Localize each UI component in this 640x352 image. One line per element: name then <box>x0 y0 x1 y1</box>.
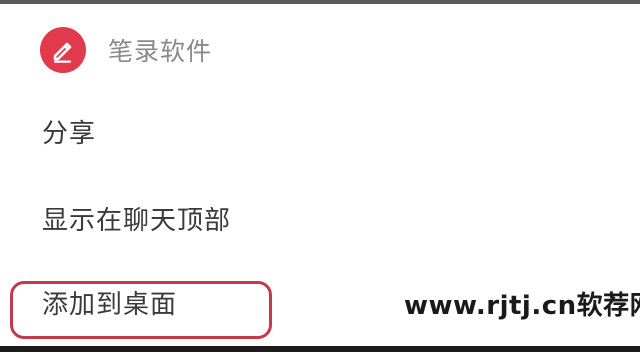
app-icon <box>40 27 86 73</box>
bottom-edge <box>0 346 640 352</box>
menu-header: 笔录软件 <box>40 26 212 74</box>
menu-item-share[interactable]: 分享 <box>42 114 96 154</box>
menu-item-add-to-desktop[interactable]: 添加到桌面 <box>42 285 177 325</box>
pencil-icon <box>53 42 72 63</box>
watermark: www.rjtj.cn软荐网 <box>404 291 640 321</box>
app-name: 笔录软件 <box>108 37 213 66</box>
menu-item-pin-to-top[interactable]: 显示在聊天顶部 <box>42 201 231 241</box>
